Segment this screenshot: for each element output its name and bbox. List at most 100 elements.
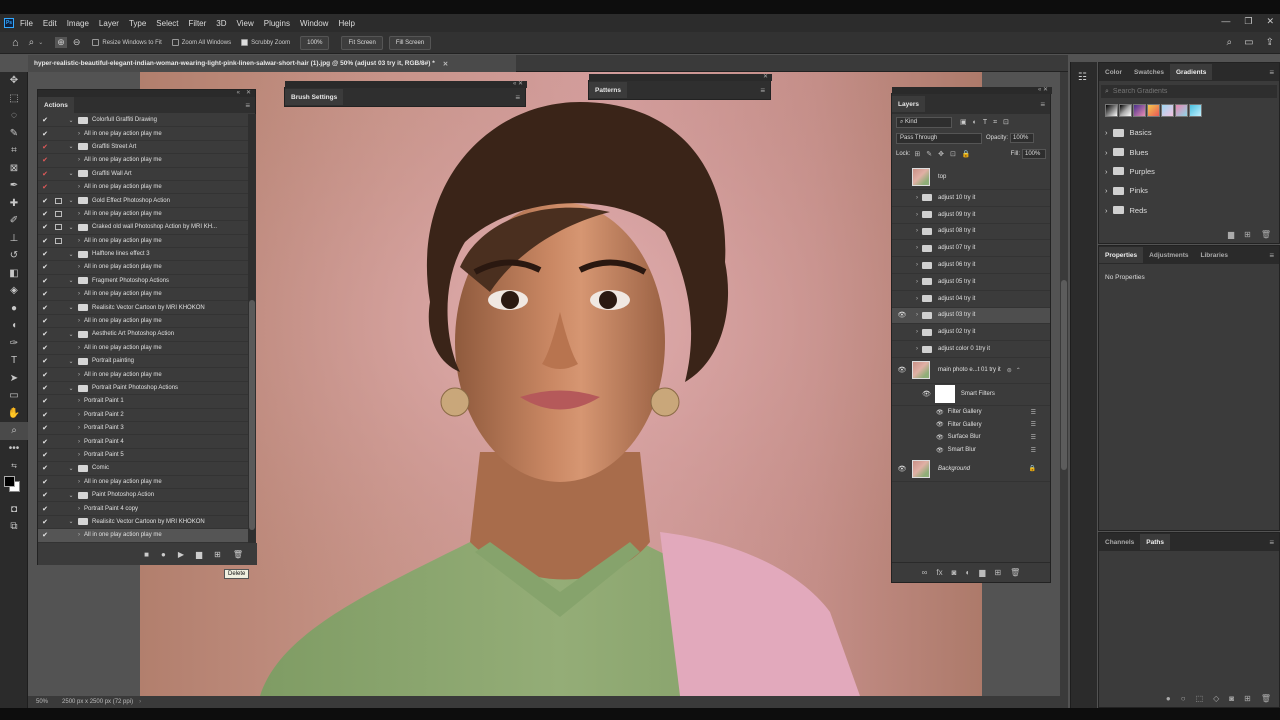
dialog-toggle-icon[interactable] (53, 142, 63, 151)
layer-filter-icons[interactable]: ▣◐T⌗⊡ (960, 118, 1015, 127)
chevron-down-icon[interactable]: ⌄ (66, 358, 76, 365)
tab-patterns[interactable]: Patterns (589, 82, 628, 98)
play-icon[interactable]: ▶ (178, 550, 184, 559)
zoom-tool-preset-icon[interactable]: ⌕ (29, 37, 35, 48)
panel-menu-icon[interactable]: ≡ (1269, 68, 1274, 77)
new-layer-icon[interactable]: ⊞ (994, 568, 1001, 577)
chevron-right-icon[interactable]: › (912, 262, 922, 268)
visibility-eye-icon[interactable]: 👁 (892, 366, 912, 374)
delete-icon[interactable]: 🗑 (233, 550, 243, 559)
marquee-tool-icon[interactable]: ⬚ (0, 90, 28, 108)
chevron-down-icon[interactable]: ⌄ (38, 39, 43, 46)
chevron-down-icon[interactable]: ⌄ (66, 224, 76, 231)
tab-actions[interactable]: Actions (38, 97, 74, 113)
dialog-toggle-icon[interactable] (53, 303, 63, 312)
tab-layers[interactable]: Layers (892, 96, 925, 112)
action-set-row[interactable]: ✔ ⌄ Graffiti Wall Art (38, 168, 248, 181)
delete-icon[interactable]: 🗑 (1261, 230, 1271, 239)
layer-row[interactable]: › adjust 06 try it (892, 257, 1050, 274)
canvas-scroll-thumb[interactable] (1061, 280, 1067, 470)
dialog-toggle-icon[interactable] (53, 491, 63, 500)
toggle-check-icon[interactable]: ✔ (40, 197, 50, 205)
visibility-eye-icon[interactable]: 👁 (936, 421, 944, 428)
blend-mode-select[interactable]: Pass Through (896, 132, 982, 144)
chevron-right-icon[interactable]: › (912, 346, 922, 352)
close-tab-icon[interactable]: ✕ (443, 60, 448, 68)
action-row[interactable]: ✔ › Portrait Paint 4 copy (38, 502, 248, 516)
action-row[interactable]: ✔ › All in one play action play me (38, 368, 248, 382)
fit-screen-button[interactable]: Fit Screen (341, 35, 383, 50)
layer-row[interactable]: › adjust 10 try it (892, 190, 1050, 207)
adjust-panels-icon[interactable]: ☷ (1078, 72, 1097, 83)
dialog-toggle-icon[interactable] (53, 196, 63, 205)
filter-row[interactable]: 👁 Surface Blur ☰ (892, 431, 1050, 444)
screen-mode-icon[interactable]: ⧉ (0, 518, 28, 536)
chevron-down-icon[interactable]: ⌄ (66, 117, 76, 124)
visibility-eye-icon[interactable]: 👁 (922, 390, 931, 398)
delete-icon[interactable]: 🗑 (1261, 694, 1271, 703)
new-set-folder-icon[interactable]: ▆ (196, 550, 202, 559)
gradient-swatch[interactable] (1175, 104, 1188, 117)
menu-item-file[interactable]: File (20, 19, 33, 28)
chevron-right-icon[interactable]: › (912, 228, 922, 234)
toggle-check-icon[interactable]: ✔ (40, 223, 50, 231)
toggle-check-icon[interactable]: ✔ (40, 317, 50, 325)
action-set-row[interactable]: ✔ ⌄ Realisitc Vector Cartoon by MRI KHOKON (38, 516, 248, 530)
action-set-row[interactable]: ✔ ⌄ Craked old wall Photoshop Action by MR… (38, 221, 248, 235)
new-group-icon[interactable]: ▆ (979, 568, 985, 577)
dialog-toggle-icon[interactable] (53, 450, 63, 459)
chevron-right-icon[interactable]: › (74, 372, 84, 378)
chevron-down-icon[interactable]: ⌄ (66, 492, 76, 499)
dialog-toggle-icon[interactable] (53, 317, 63, 326)
blur-tool-icon[interactable]: ● (0, 300, 28, 318)
panel-menu-icon[interactable]: ≡ (245, 101, 250, 110)
brush-tool-icon[interactable]: ✐ (0, 212, 28, 230)
dialog-toggle-icon[interactable] (53, 223, 63, 232)
add-mask-icon[interactable]: ◙ (1229, 694, 1234, 703)
tab-channels[interactable]: Channels (1099, 534, 1140, 550)
chevron-right-icon[interactable]: › (74, 157, 84, 163)
close-panel-icon[interactable]: ✕ (763, 74, 768, 80)
dialog-toggle-icon[interactable] (53, 183, 63, 192)
toggle-check-icon[interactable]: ✔ (40, 304, 50, 312)
toggle-check-icon[interactable]: ✔ (40, 397, 50, 405)
chevron-right-icon[interactable]: › (74, 184, 84, 190)
dialog-toggle-icon[interactable] (53, 384, 63, 393)
tab-properties[interactable]: Properties (1099, 247, 1144, 263)
action-row[interactable]: ✔ › All in one play action play me (38, 208, 248, 222)
dialog-toggle-icon[interactable] (53, 343, 63, 352)
crop-tool-icon[interactable]: ⌗ (0, 142, 28, 160)
type-tool-icon[interactable]: T (0, 352, 28, 370)
toggle-check-icon[interactable]: ✔ (40, 183, 50, 191)
chevron-right-icon[interactable]: › (1105, 167, 1108, 176)
action-row[interactable]: ✔ › Portrait Paint 2 (38, 409, 248, 422)
close-panel-icon[interactable]: ✕ (246, 90, 251, 97)
frame-tool-icon[interactable]: ⊠ (0, 160, 28, 178)
dialog-toggle-icon[interactable] (53, 464, 63, 473)
fx-icon[interactable]: fx (936, 568, 942, 577)
lock-icons[interactable]: ⊞✎✥⊡🔒 (914, 150, 976, 158)
new-gradient-icon[interactable]: ⊞ (1244, 230, 1251, 239)
toggle-check-icon[interactable]: ✔ (40, 143, 50, 151)
smart-filters-row[interactable]: 👁 Smart Filters (892, 384, 1050, 406)
resize-windows-checkbox[interactable]: Resize Windows to Fit (92, 39, 162, 46)
chevron-right-icon[interactable]: › (74, 532, 84, 538)
dialog-toggle-icon[interactable] (53, 209, 63, 218)
stroke-path-icon[interactable]: ○ (1181, 694, 1186, 703)
layer-row[interactable]: › adjust 05 try it (892, 274, 1050, 291)
action-row[interactable]: ✔ › All in one play action play me (38, 529, 248, 543)
stamp-tool-icon[interactable]: ⊥ (0, 230, 28, 248)
panel-menu-icon[interactable]: ≡ (1269, 251, 1274, 260)
healing-brush-icon[interactable]: ✚ (0, 195, 28, 213)
dialog-toggle-icon[interactable] (53, 236, 63, 245)
chevron-down-icon[interactable]: ⌄ (66, 277, 76, 284)
layer-row[interactable]: top (892, 164, 1050, 190)
toggle-check-icon[interactable]: ✔ (40, 357, 50, 365)
visibility-eye-icon[interactable]: 👁 (892, 465, 912, 473)
fill-screen-button[interactable]: Fill Screen (388, 35, 432, 50)
filter-options-icon[interactable]: ☰ (1031, 434, 1036, 441)
action-row[interactable]: ✔ › All in one play action play me (38, 342, 248, 356)
toggle-check-icon[interactable]: ✔ (40, 250, 50, 258)
menu-item-type[interactable]: Type (129, 19, 146, 28)
action-set-row[interactable]: ✔ ⌄ Graffiti Street Art (38, 141, 248, 155)
